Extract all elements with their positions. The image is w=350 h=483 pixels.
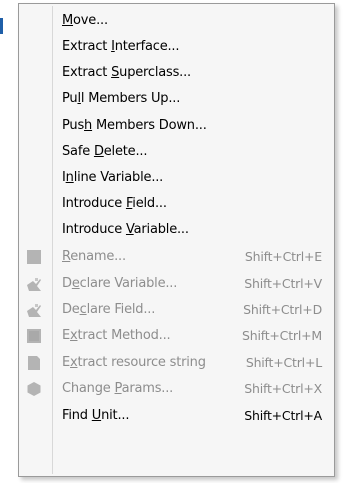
declare-variable-icon bbox=[26, 276, 42, 292]
refactor-context-menu: Move... Extract Interface... Extract Super… bbox=[18, 3, 335, 477]
menu-item-label: Safe Delete... bbox=[62, 144, 148, 159]
menu-item-shortcut: Shift+Ctrl+V bbox=[244, 276, 322, 291]
menu-item-shortcut: Shift+Ctrl+D bbox=[243, 302, 322, 317]
menu-item-introduce-field[interactable]: Introduce Field... bbox=[21, 192, 332, 216]
menu-item-shortcut: Shift+Ctrl+E bbox=[244, 249, 322, 264]
menu-item-extract-method[interactable]: Extract Method... Shift+Ctrl+M bbox=[21, 324, 332, 348]
declare-field-icon bbox=[26, 302, 42, 318]
menu-item-move[interactable]: Move... bbox=[21, 9, 332, 33]
menu-item-label: Declare Field... bbox=[62, 302, 156, 317]
menu-item-shortcut: Shift+Ctrl+X bbox=[244, 381, 322, 396]
menu-item-push-members-down[interactable]: Push Members Down... bbox=[21, 114, 332, 138]
menu-item-declare-field[interactable]: Declare Field... Shift+Ctrl+D bbox=[21, 298, 332, 322]
menu-item-label: Find Unit... bbox=[62, 408, 130, 423]
menu-item-shortcut: Shift+Ctrl+L bbox=[245, 355, 322, 370]
menu-item-label: Introduce Field... bbox=[62, 196, 167, 211]
menu-item-declare-variable[interactable]: Declare Variable... Shift+Ctrl+V bbox=[21, 272, 332, 296]
menu-item-pull-members-up[interactable]: Pull Members Up... bbox=[21, 87, 332, 111]
menu-item-rename[interactable]: Rename... Shift+Ctrl+E bbox=[21, 245, 332, 269]
menu-item-find-unit[interactable]: Find Unit... Shift+Ctrl+A bbox=[21, 404, 332, 428]
menu-item-change-params[interactable]: Change Params... Shift+Ctrl+X bbox=[21, 377, 332, 401]
extract-resource-string-icon bbox=[26, 355, 42, 371]
menu-item-inline-variable[interactable]: Inline Variable... bbox=[21, 166, 332, 190]
menu-item-extract-resource-string[interactable]: Extract resource string Shift+Ctrl+L bbox=[21, 351, 332, 375]
menu-item-label: Extract resource string bbox=[62, 355, 206, 370]
menu-item-label: Rename... bbox=[62, 249, 126, 264]
change-params-icon bbox=[26, 381, 42, 397]
menu-item-safe-delete[interactable]: Safe Delete... bbox=[21, 140, 332, 164]
menu-item-label: Move... bbox=[62, 13, 108, 28]
menu-item-label: Inline Variable... bbox=[62, 170, 164, 185]
window-edge-fragment bbox=[0, 18, 3, 34]
menu-item-label: Pull Members Up... bbox=[62, 91, 181, 106]
menu-item-label: Extract Superclass... bbox=[62, 65, 191, 80]
rename-icon bbox=[26, 249, 42, 265]
menu-item-label: Introduce Variable... bbox=[62, 222, 189, 237]
menu-item-label: Extract Method... bbox=[62, 328, 171, 343]
menu-item-introduce-variable[interactable]: Introduce Variable... bbox=[21, 218, 332, 242]
menu-item-shortcut: Shift+Ctrl+M bbox=[242, 328, 322, 343]
extract-method-icon bbox=[26, 328, 42, 344]
menu-item-shortcut: Shift+Ctrl+A bbox=[244, 408, 322, 423]
menu-item-label: Declare Variable... bbox=[62, 276, 178, 291]
menu-item-label: Change Params... bbox=[62, 381, 174, 396]
menu-item-extract-superclass[interactable]: Extract Superclass... bbox=[21, 61, 332, 85]
menu-item-label: Extract Interface... bbox=[62, 39, 180, 54]
menu-item-label: Push Members Down... bbox=[62, 118, 207, 133]
menu-item-extract-interface[interactable]: Extract Interface... bbox=[21, 35, 332, 59]
screen: Move... Extract Interface... Extract Super… bbox=[0, 0, 350, 483]
